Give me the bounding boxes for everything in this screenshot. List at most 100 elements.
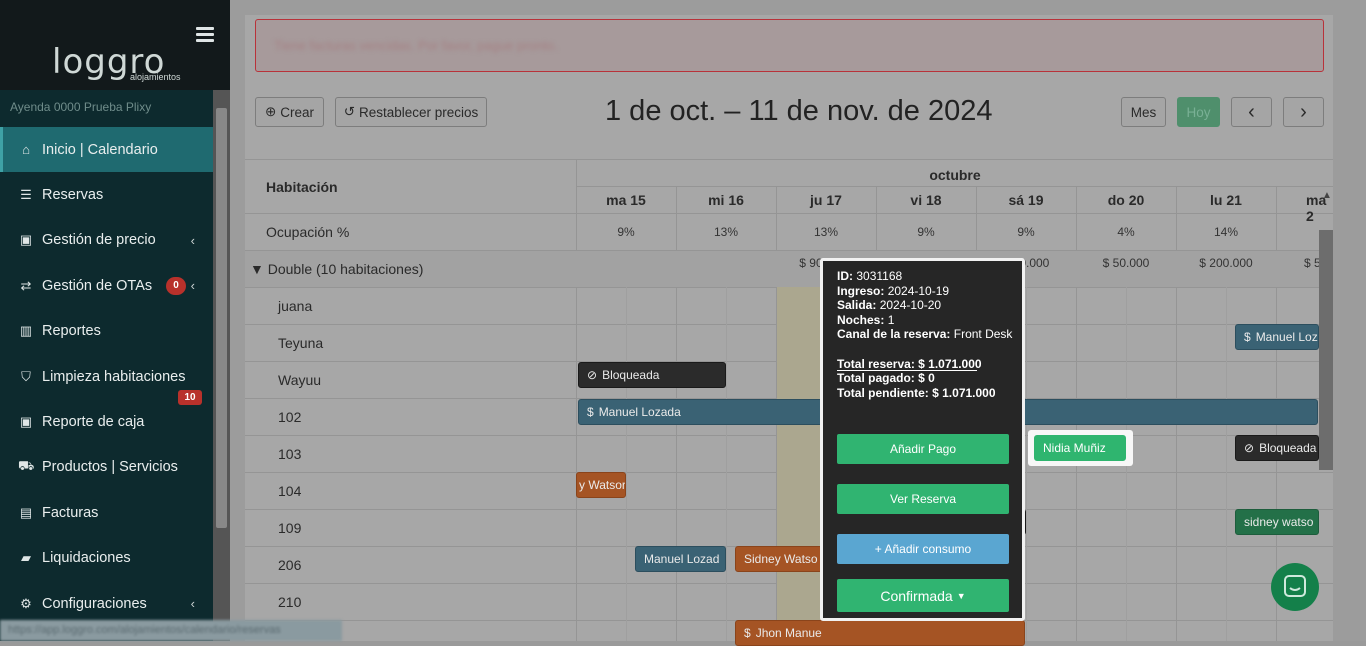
sidebar-item-label: Liquidaciones: [42, 550, 131, 567]
event-label: Manuel Loza: [1255, 330, 1319, 344]
event-label: Sidney Watso: [744, 552, 818, 566]
sidebar-item-calendar[interactable]: ⌂ Inicio | Calendario: [0, 127, 213, 173]
sidebar-item-label: Facturas: [42, 504, 99, 521]
caret-down-icon: ▼: [956, 590, 966, 601]
chat-button[interactable]: [1271, 563, 1319, 611]
next-button[interactable]: ›: [1283, 97, 1324, 127]
sidebar-item-gestion-otas[interactable]: ⇄ Gestión de OTAs 0 ‹: [0, 263, 213, 308]
today-button[interactable]: Hoy: [1177, 97, 1220, 127]
alert-text: Tiene facturas vencidas. Por favor, pagu…: [274, 38, 558, 53]
user-name: Ayenda 0000 Prueba Plixy: [10, 100, 152, 114]
chat-icon: [1284, 575, 1306, 597]
total-amount: $ 1.071.000: [918, 356, 982, 371]
month-view-button[interactable]: Mes: [1121, 97, 1166, 127]
month-label: octubre: [929, 167, 981, 183]
sidebar-item-liquidaciones[interactable]: ▰ Liquidaciones: [0, 536, 213, 581]
room-name: 102: [278, 409, 302, 425]
add-payment-button[interactable]: Añadir Pago: [837, 434, 1009, 464]
list-icon: ☰: [20, 187, 32, 203]
sidebar-item-reporte-caja[interactable]: ▣ Reporte de caja: [0, 399, 213, 444]
money-icon: ▣: [19, 232, 33, 248]
day-header: mi 16: [708, 192, 744, 208]
page-title: 1 de oct. – 11 de nov. de 2024: [605, 95, 993, 127]
blocked-event[interactable]: ⊘ Bloqueada: [578, 362, 726, 388]
selected-event-frame[interactable]: Nidia Muñiz: [1028, 430, 1133, 466]
occupancy-value: 13%: [813, 225, 839, 239]
dollar-icon: $: [587, 405, 594, 419]
booking-event[interactable]: Manuel Lozad: [635, 546, 726, 572]
chevron-left-icon: ‹: [190, 278, 195, 294]
chevron-left-icon: ‹: [190, 596, 195, 612]
chevron-left-icon: ‹: [190, 232, 195, 248]
menu-toggle-icon[interactable]: [196, 27, 214, 43]
occupancy-value: 9%: [917, 225, 935, 239]
gear-icon: ⚙: [20, 595, 32, 611]
chevron-right-icon: ›: [1300, 100, 1307, 123]
event-label: Jhon Manue: [755, 626, 822, 640]
folder-icon: ▰: [21, 550, 31, 566]
sidebar-scroll-thumb[interactable]: [216, 108, 227, 528]
booking-event[interactable]: y Watsor: [576, 472, 626, 498]
occupancy-value: 9%: [617, 225, 635, 239]
cart-icon: ⛟: [18, 458, 35, 474]
day-header: ju 17: [810, 192, 842, 208]
blocked-event[interactable]: ⊘ Bloqueada: [1235, 435, 1319, 461]
booking-event[interactable]: $ Jhon Manue: [735, 620, 1025, 646]
sidebar-item-reservas[interactable]: ☰ Reservas: [0, 172, 213, 217]
logo-subtitle: alojamientos: [130, 72, 181, 82]
event-label: Manuel Lozada: [598, 405, 681, 419]
group-toggle[interactable]: ▼ Double (10 habitaciones): [250, 261, 423, 277]
sidebar-item-label: Productos | Servicios: [42, 459, 178, 476]
sidebar-item-label: Reservas: [42, 187, 104, 204]
status-url: https://app.loggro.com/alojamientos/cale…: [0, 620, 342, 641]
booking-details: ID: 3031168 Ingreso: 2024-10-19 Salida: …: [837, 269, 1017, 400]
add-consumption-button[interactable]: + Añadir consumo: [837, 534, 1009, 564]
book-icon: ▤: [19, 504, 33, 520]
view-booking-button[interactable]: Ver Reserva: [837, 484, 1009, 514]
paid-amount: $ 0: [918, 371, 935, 385]
booking-event[interactable]: Sidney Watso: [735, 546, 825, 572]
sidebar-item-reportes[interactable]: ▥ Reportes: [0, 309, 213, 354]
ban-icon: ⊘: [1244, 441, 1255, 455]
day-header: sá 19: [1008, 192, 1044, 208]
dollar-icon: $: [1244, 330, 1251, 344]
id-label: ID:: [837, 269, 853, 283]
occupancy-value: 4%: [1117, 225, 1135, 239]
sidebar-item-facturas[interactable]: ▤ Facturas: [0, 490, 213, 535]
occupancy-value: 13%: [713, 225, 739, 239]
checkin-date: 2024-10-19: [887, 283, 950, 298]
sidebar-nav: ⌂ Inicio | Calendario ☰ Reservas ▣ Gesti…: [0, 127, 213, 626]
prev-button[interactable]: ‹: [1231, 97, 1272, 127]
price-value: $ 50.000: [1102, 256, 1150, 270]
nights-count: 1: [887, 312, 895, 327]
create-button[interactable]: ⊕ Crear: [255, 97, 324, 127]
create-label: Crear: [280, 104, 315, 120]
today-column-highlight: [777, 287, 822, 641]
scroll-up-icon[interactable]: ▲: [1322, 190, 1332, 201]
sidebar-item-label: Gestión de OTAs: [42, 277, 153, 294]
sidebar-item-limpieza[interactable]: ⛉ Limpieza habitaciones 10: [0, 354, 213, 405]
status-label: Confirmada: [880, 587, 953, 604]
room-name: juana: [278, 298, 313, 314]
total-label: Total reserva:: [837, 356, 915, 371]
booking-event-selected[interactable]: Nidia Muñiz: [1034, 435, 1126, 461]
sidebar-item-label: Gestión de precio: [42, 232, 156, 249]
event-label: y Watsor: [579, 478, 626, 492]
status-dropdown[interactable]: Confirmada ▼: [837, 579, 1009, 612]
day-header: ma 15: [606, 192, 646, 208]
sidebar-item-label: Limpieza habitaciones: [42, 368, 186, 385]
booking-event[interactable]: $ Manuel Loza: [1235, 324, 1319, 350]
pending-amount: $ 1.071.000: [932, 385, 996, 400]
event-label: Bloqueada: [1259, 441, 1317, 455]
sidebar-item-gestion-precio[interactable]: ▣ Gestión de precio ‹: [0, 218, 213, 263]
calendar-scrollbar[interactable]: [1319, 230, 1333, 470]
booking-event[interactable]: sidney watso: [1235, 509, 1319, 535]
sidebar-item-productos[interactable]: ⛟ Productos | Servicios: [0, 445, 213, 490]
pending-label: Total pendiente:: [837, 385, 929, 400]
reset-prices-button[interactable]: ↺ Restablecer precios: [335, 97, 487, 127]
cash-icon: ▣: [19, 414, 33, 430]
room-name: Wayuu: [278, 372, 322, 388]
room-name: 103: [278, 446, 302, 462]
occupancy-value: 9%: [1017, 225, 1035, 239]
sidebar-item-label: Configuraciones: [42, 595, 147, 612]
